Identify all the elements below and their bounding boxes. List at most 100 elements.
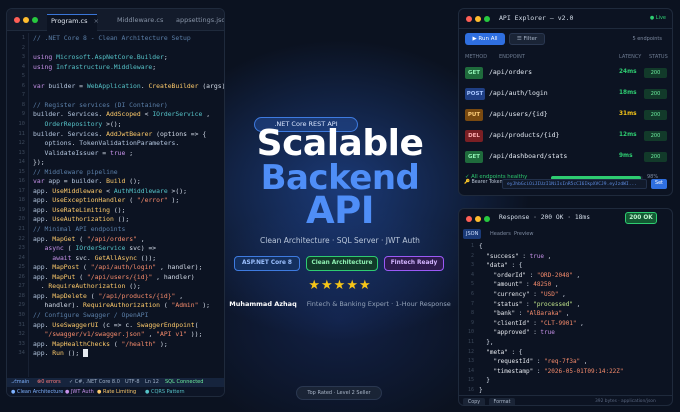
- filter-button[interactable]: ☰ Filter: [509, 33, 545, 45]
- code-token: , handler);: [156, 263, 203, 272]
- hint-jwt-auth: ● JWT Auth: [65, 389, 94, 395]
- code-token: app: [48, 177, 60, 186]
- maximize-dot-icon[interactable]: [484, 216, 490, 222]
- code-token: ();: [109, 205, 126, 214]
- code-token: >();: [102, 119, 122, 128]
- set-token-button[interactable]: Set: [651, 179, 667, 189]
- tab-middleware-cs[interactable]: Middleware.cs: [113, 14, 171, 31]
- code-token: app: [33, 263, 45, 272]
- branch-label[interactable]: ⎇ main: [11, 378, 29, 387]
- json-token: :: [533, 367, 545, 375]
- tab-preview[interactable]: Preview: [511, 229, 536, 239]
- method-badge: POST: [465, 88, 485, 100]
- line-number: 24: [18, 254, 25, 261]
- code-token: app: [33, 186, 45, 195]
- json-line-number: 2: [470, 252, 474, 259]
- close-dot-icon[interactable]: [466, 216, 472, 222]
- method-badge: GET: [465, 151, 483, 163]
- endpoint-row[interactable]: GET/api/dashboard/stats 9ms 200: [463, 148, 670, 167]
- line-number: 34: [18, 350, 25, 357]
- method-badge: DEL: [465, 130, 483, 142]
- json-token: ,: [580, 358, 588, 366]
- line-number: 7: [21, 92, 25, 99]
- json-line-number: 6: [470, 291, 474, 297]
- close-dot-icon[interactable]: [466, 16, 472, 22]
- code-token: >();: [167, 186, 187, 195]
- json-token: :: [529, 329, 541, 337]
- code-token: // Middleware pipeline: [33, 167, 118, 176]
- code-token: async: [44, 244, 64, 253]
- code-token: (: [159, 301, 172, 310]
- json-token: "status": [493, 300, 523, 308]
- chip-aspnet-core: ASP.NET Core 8: [234, 256, 300, 271]
- minimize-dot-icon[interactable]: [475, 16, 481, 22]
- code-token: // Configure Swagger / OpenAPI: [33, 310, 149, 319]
- line-number: 4: [21, 63, 25, 70]
- json-line-number: 11: [467, 339, 474, 345]
- architecture-hints: ● Clean Architecture ● JWT Auth ● Rate L…: [7, 387, 224, 396]
- code-token: app: [33, 234, 45, 243]
- code-token: .: [98, 110, 107, 119]
- json-token: ,: [576, 319, 584, 327]
- minimize-dot-icon[interactable]: [23, 17, 29, 23]
- code-token: handler).: [33, 301, 84, 310]
- endpoint-count: 5 endpoints: [632, 36, 662, 42]
- tab-appsettings-json[interactable]: appsettings.json: [172, 14, 224, 31]
- copy-button[interactable]: Copy: [463, 398, 485, 405]
- minimize-dot-icon[interactable]: [475, 216, 481, 222]
- json-line-number: 14: [467, 367, 474, 374]
- code-token: "API v1": [156, 330, 187, 339]
- json-token: true: [540, 329, 555, 337]
- tab-program-cs[interactable]: Program.cs ×: [47, 14, 99, 31]
- tab-label: Program.cs: [51, 17, 88, 25]
- endpoint-row[interactable]: POST/api/auth/login 18ms 200: [463, 85, 670, 104]
- endpoint-row[interactable]: DEL/api/products/{id} 12ms 200: [463, 127, 670, 146]
- code-token: var: [33, 81, 49, 90]
- bearer-token-input[interactable]: eyJhbGciOiJIUzI1NiIsInR5cCI6IkpXVCJ9.eyJ…: [502, 179, 647, 189]
- json-token: "orderId": [493, 271, 526, 279]
- code-token: (args);: [202, 81, 224, 90]
- close-tab-icon[interactable]: ×: [93, 17, 98, 25]
- code-token: UseAuthorization: [52, 215, 114, 224]
- code-token: (: [75, 234, 87, 243]
- format-button[interactable]: Format: [489, 398, 515, 405]
- code-token: app: [33, 205, 45, 214]
- code-area[interactable]: 1 2 3 4 5 6 7 8 9 10 11 12 13 14 15 16 17 18 19 20 21 22 23 24 2…: [7, 33, 224, 377]
- endpoint-row[interactable]: GET/api/orders 24ms 200: [463, 64, 670, 83]
- code-token: svc) =>: [125, 244, 157, 253]
- text-cursor: [83, 349, 89, 358]
- method-badge: GET: [465, 67, 483, 79]
- code-token: app: [33, 215, 45, 224]
- json-token: "req-7f3a": [544, 358, 581, 366]
- tab-json[interactable]: JSON: [463, 229, 482, 239]
- json-token: "2026-05-01T09:14:22Z": [544, 367, 624, 375]
- run-all-button[interactable]: ▶ Run All: [465, 33, 505, 45]
- code-token: .: [175, 139, 180, 148]
- code-token: UseSwaggerUI: [52, 320, 99, 329]
- json-token: ,: [544, 252, 552, 260]
- close-dot-icon[interactable]: [14, 17, 20, 23]
- code-token: (: [125, 196, 137, 205]
- maximize-dot-icon[interactable]: [32, 17, 38, 23]
- line-number: 6: [21, 82, 25, 89]
- code-token: ,: [144, 330, 157, 339]
- tab-headers[interactable]: Headers: [487, 229, 514, 239]
- latency-value: 9ms: [619, 153, 633, 159]
- json-token: {: [479, 243, 483, 250]
- error-count[interactable]: ⊗ 0 errors: [37, 378, 61, 387]
- json-token: ,: [572, 271, 581, 279]
- json-token: 48250: [533, 281, 552, 289]
- json-body[interactable]: 1 {2 "success" : true , 3 "data" : {4 "ord…: [459, 241, 672, 394]
- endpoint-row[interactable]: PUT/api/users/{id} 31ms 200: [463, 106, 670, 125]
- code-token: <: [140, 110, 153, 119]
- code-token: WebApplication: [86, 81, 141, 90]
- json-line-number: 9: [470, 319, 474, 326]
- code-token: "/error": [136, 196, 168, 205]
- code-token: RequireAuthorization: [83, 301, 160, 310]
- column-header-status: STATUS: [649, 54, 668, 60]
- maximize-dot-icon[interactable]: [484, 16, 490, 22]
- line-number: 9: [21, 111, 25, 118]
